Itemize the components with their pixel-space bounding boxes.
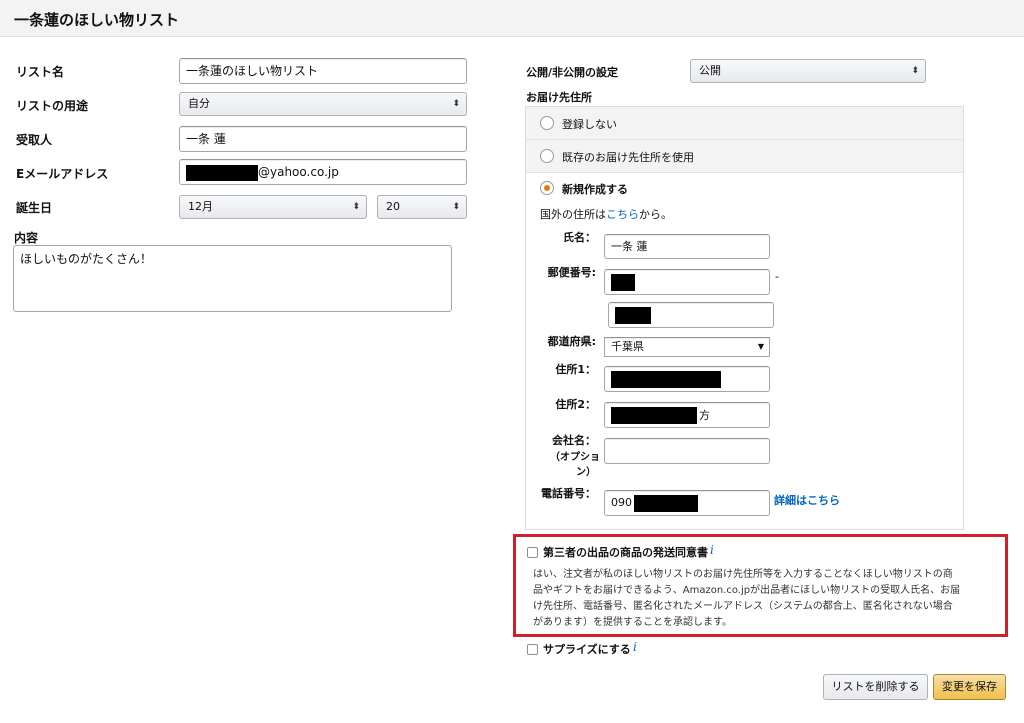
postal-dash: - <box>775 270 779 283</box>
recipient-label: 受取人 <box>16 133 53 147</box>
overseas-link[interactable]: こちら <box>606 208 639 221</box>
redacted-postal-2 <box>615 307 651 324</box>
consent-line-4: があります）を提供することを承認します。 <box>533 617 732 628</box>
content-text: ほしいものがたくさん！ <box>20 252 153 266</box>
consent-line-3: け先住所、電話番号、匿名化されたメールアドレス（システムの都合上、匿名化されない… <box>533 601 953 612</box>
company-label-optional-2: ン） <box>576 467 596 478</box>
redacted-address1 <box>611 371 721 388</box>
consent-checkbox[interactable] <box>527 547 538 558</box>
redacted-phone <box>634 494 698 512</box>
page-title: 一条蓮のほしい物リスト <box>14 11 180 29</box>
company-input[interactable] <box>604 438 770 464</box>
address2-suffix: 方 <box>699 409 710 422</box>
company-label: 会社名： <box>552 434 596 447</box>
redacted-email <box>186 164 258 181</box>
overseas-address-note: 国外の住所はこちらから。 <box>540 206 672 222</box>
consent-title: 第三者の出品の商品の発送同意書 <box>543 546 708 559</box>
purpose-select[interactable]: 自分 ⬍ <box>179 92 467 116</box>
birthday-month-value: 12月 <box>188 200 213 213</box>
postal-label: 郵便番号: <box>547 266 596 279</box>
radio-existing[interactable] <box>540 149 554 163</box>
address-name-input[interactable]: 一条 蓮 <box>604 234 770 259</box>
visibility-value: 公開 <box>699 64 721 77</box>
address-option-new-label: 新規作成する <box>562 183 628 196</box>
email-label: Eメールアドレス <box>16 167 109 181</box>
content-textarea[interactable]: ほしいものがたくさん！ <box>13 245 452 312</box>
visibility-select[interactable]: 公開 ⬍ <box>690 59 926 83</box>
address-option-existing[interactable]: 既存のお届け先住所を使用 <box>526 140 963 173</box>
email-suffix: @yahoo.co.jp <box>258 165 339 179</box>
prefecture-value: 千葉県 <box>611 340 644 353</box>
address-label: お届け先住所 <box>526 91 592 104</box>
surprise-info-icon[interactable]: i <box>633 640 637 654</box>
title-bar: 一条蓮のほしい物リスト <box>0 0 1024 37</box>
address-options-box: 登録しない 既存のお届け先住所を使用 新規作成する 国外の住所はこちらから。 氏… <box>525 106 964 530</box>
birthday-month-select[interactable]: 12月 ⬍ <box>179 195 367 219</box>
surprise-checkbox[interactable] <box>527 644 538 655</box>
birthday-label: 誕生日 <box>16 201 53 215</box>
prefecture-label: 都道府県: <box>547 335 596 348</box>
radio-new[interactable] <box>540 181 554 195</box>
name-label: 氏名： <box>563 231 596 244</box>
phone-details-link[interactable]: 詳細はこちら <box>774 492 840 508</box>
list-name-label: リスト名 <box>16 65 65 79</box>
content-label: 内容 <box>14 231 39 245</box>
birthday-day-select[interactable]: 20 ⬍ <box>377 195 467 219</box>
visibility-label: 公開/非公開の設定 <box>526 66 619 79</box>
prefecture-select[interactable]: 千葉県 ▼ <box>604 337 770 357</box>
save-changes-button[interactable]: 変更を保存 <box>933 674 1006 700</box>
phone-input[interactable]: 090 <box>604 490 770 516</box>
consent-highlight-box: 第三者の出品の商品の発送同意書 i はい、注文者が私のほしい物リストのお届け先住… <box>513 534 1008 637</box>
phone-label: 電話番号： <box>541 487 596 500</box>
postal-code-input-2[interactable] <box>608 302 774 328</box>
address2-input[interactable]: 方 <box>604 402 770 428</box>
email-input[interactable]: @yahoo.co.jp <box>179 159 467 185</box>
address1-label: 住所1： <box>555 363 596 376</box>
select-arrows-icon: ⬍ <box>452 202 460 212</box>
company-label-optional-1: （オプショ <box>550 452 600 463</box>
phone-prefix: 090 <box>611 496 632 509</box>
address-option-none[interactable]: 登録しない <box>526 107 963 140</box>
recipient-input[interactable]: 一条 蓮 <box>179 126 467 152</box>
address-option-none-label: 登録しない <box>562 118 617 131</box>
consent-info-icon[interactable]: i <box>710 543 714 557</box>
purpose-select-value: 自分 <box>188 97 210 110</box>
overseas-suffix: から。 <box>639 208 672 221</box>
address1-input[interactable] <box>604 366 770 392</box>
surprise-label: サプライズにする <box>543 643 631 656</box>
consent-line-2: 品やギフトをお届けできるよう、Amazon.co.jpが出品者にほしい物リストの… <box>533 585 961 596</box>
overseas-prefix: 国外の住所は <box>540 208 606 221</box>
select-arrows-icon: ⬍ <box>352 202 360 212</box>
redacted-address2 <box>611 407 697 424</box>
list-name-input[interactable]: 一条蓮のほしい物リスト <box>179 58 467 84</box>
address-option-existing-label: 既存のお届け先住所を使用 <box>562 151 694 164</box>
consent-line-1: はい、注文者が私のほしい物リストのお届け先住所等を入力することなくほしい物リスト… <box>533 569 953 580</box>
dropdown-triangle-icon: ▼ <box>757 342 764 351</box>
redacted-postal-1 <box>611 274 635 291</box>
select-arrows-icon: ⬍ <box>911 66 919 76</box>
delete-list-button[interactable]: リストを削除する <box>823 674 928 700</box>
postal-code-input-1[interactable] <box>604 269 770 295</box>
select-arrows-icon: ⬍ <box>452 99 460 109</box>
radio-none[interactable] <box>540 116 554 130</box>
birthday-day-value: 20 <box>386 200 400 213</box>
purpose-label: リストの用途 <box>16 99 89 113</box>
address2-label: 住所2： <box>555 398 596 411</box>
consent-text: はい、注文者が私のほしい物リストのお届け先住所等を入力することなくほしい物リスト… <box>533 567 1005 631</box>
